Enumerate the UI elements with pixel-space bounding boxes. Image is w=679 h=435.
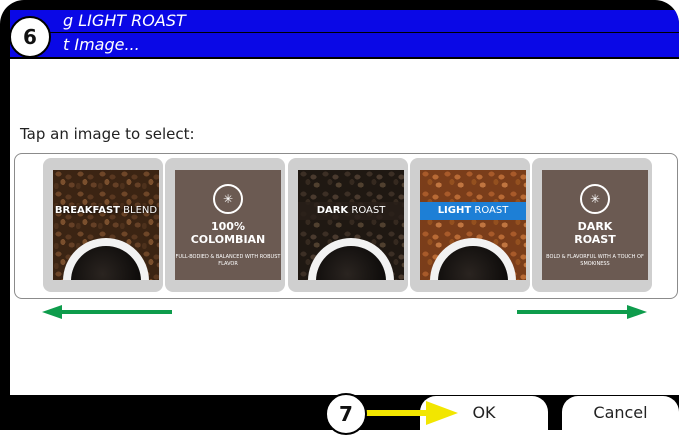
step-7-callout: 7: [325, 393, 367, 435]
select-prompt: Tap an image to select:: [20, 125, 195, 143]
coffee-beans-image: BREAKFAST BLEND: [53, 170, 159, 280]
image-card-dark-roast-plain[interactable]: ✳ DARK ROAST BOLD & FLAVORFUL WITH A TOU…: [532, 158, 652, 292]
dialog-subtitle: t Image...: [63, 35, 140, 54]
image-title: 100% COLOMBIAN: [190, 220, 266, 246]
dialog-content: Tap an image to select: BREAKFAST BLEND …: [10, 59, 679, 395]
plain-label-image: ✳ 100% COLOMBIAN FULL-BODIED & BALANCED …: [175, 170, 281, 280]
coffee-beans-image: DARK ROAST: [298, 170, 404, 280]
scroll-right-arrow-icon[interactable]: [515, 305, 647, 319]
brand-logo-icon: ✳: [580, 184, 610, 214]
image-label: LIGHT ROAST: [420, 202, 526, 220]
callout-arrow-icon: [366, 401, 458, 425]
step-6-callout: 6: [9, 16, 51, 58]
brand-logo-icon: ✳: [213, 184, 243, 214]
image-title: DARK ROAST: [574, 220, 616, 246]
scroll-left-arrow-icon[interactable]: [42, 305, 174, 319]
image-subtitle: FULL-BODIED & BALANCED WITH ROBUST FLAVO…: [175, 254, 281, 267]
subtitle-bar: t Image...: [10, 33, 679, 57]
image-card-colombian[interactable]: ✳ 100% COLOMBIAN FULL-BODIED & BALANCED …: [165, 158, 285, 292]
title-bar: g LIGHT ROAST: [10, 10, 679, 32]
dialog-title: g LIGHT ROAST: [63, 11, 186, 30]
image-card-light-roast[interactable]: LIGHT ROAST: [410, 158, 530, 292]
image-strip[interactable]: BREAKFAST BLEND ✳ 100% COLOMBIAN FULL-BO…: [14, 153, 678, 299]
image-label: BREAKFAST BLEND: [54, 205, 158, 216]
dialog-frame: g LIGHT ROAST t Image... Tap an image to…: [0, 0, 679, 430]
image-card-dark-roast[interactable]: DARK ROAST: [288, 158, 408, 292]
image-card-breakfast-blend[interactable]: BREAKFAST BLEND: [43, 158, 163, 292]
coffee-beans-image: LIGHT ROAST: [420, 170, 526, 280]
image-subtitle: BOLD & FLAVORFUL WITH A TOUCH OF SMOKINE…: [546, 254, 644, 267]
cancel-button[interactable]: Cancel: [562, 396, 679, 430]
image-label: DARK ROAST: [298, 202, 404, 220]
plain-label-image: ✳ DARK ROAST BOLD & FLAVORFUL WITH A TOU…: [542, 170, 648, 280]
